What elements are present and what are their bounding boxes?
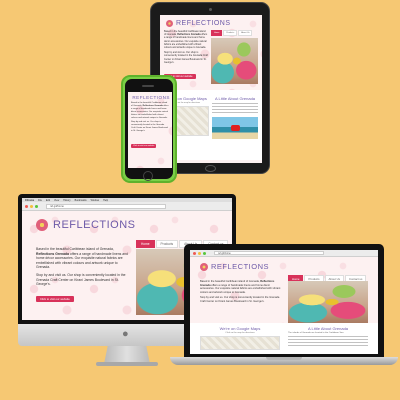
intro-text: Based in the beautiful Caribbean island …: [36, 247, 128, 270]
ipad-home-button: [205, 165, 216, 172]
logo-text: REFLECTIONS: [132, 95, 170, 100]
minimize-icon[interactable]: [30, 204, 33, 208]
nav-home[interactable]: Home: [211, 30, 223, 36]
iphone-site: REFLECTIONS Based in the beautiful Carib…: [128, 92, 172, 168]
iphone-logo[interactable]: REFLECTIONS: [128, 92, 172, 102]
macbook-page: REFLECTIONS Home Products About Us Conta…: [190, 257, 378, 323]
menu-view[interactable]: View: [54, 199, 59, 202]
visit-button[interactable]: Click to visit our website: [131, 144, 157, 149]
menu-edit[interactable]: Edit: [46, 199, 50, 202]
menu-history[interactable]: History: [63, 199, 70, 202]
intro-text-2: Stop by and visit us. Our shop is conven…: [36, 272, 126, 287]
logo-text: REFLECTIONS: [53, 219, 136, 231]
macbook-device: ref.gd/home REFLECTIONS Home Products Ab…: [170, 244, 398, 366]
iphone-device: REFLECTIONS Based in the beautiful Carib…: [121, 75, 177, 183]
flower-logo-icon: [166, 20, 173, 27]
intro-text-2: Stop by and visit us. Our shop is conven…: [131, 121, 168, 133]
play-icon[interactable]: [231, 125, 241, 131]
macbook-notch: [266, 357, 302, 360]
menu-file[interactable]: File: [38, 199, 42, 202]
iphone-home-button: [143, 171, 153, 181]
about-title: A Little About Grenada: [307, 326, 349, 331]
macbook-site: ref.gd/home REFLECTIONS Home Products Ab…: [190, 250, 378, 354]
browser-toolbar: ref.gd/home: [190, 250, 378, 257]
maximize-icon[interactable]: [203, 251, 206, 255]
grenada-video[interactable]: [212, 117, 258, 139]
hero-photo: [211, 38, 258, 84]
maximize-icon[interactable]: [35, 204, 38, 208]
logo-text: REFLECTIONS: [176, 20, 231, 27]
intro-text-2: Stop by and visit us. Our shop is conven…: [164, 51, 208, 64]
menu-window[interactable]: Window: [91, 199, 100, 202]
imac-foot: [96, 362, 158, 366]
visit-button[interactable]: Click to visit our website: [36, 295, 74, 302]
google-map[interactable]: [200, 336, 280, 350]
speaker-grill: [142, 85, 154, 87]
menu-bookmarks[interactable]: Bookmarks: [75, 199, 87, 202]
logo-text: REFLECTIONS: [211, 262, 270, 271]
maps-sub: Click on the map for directions: [225, 332, 255, 334]
about-text: The islands of Grenada are located in th…: [288, 332, 344, 334]
about-text-lines: [212, 103, 258, 115]
intro-text: Based in the beautiful Caribbean island …: [164, 30, 208, 50]
intro-text: Based in the beautiful Caribbean island …: [131, 102, 169, 119]
flower-logo-icon: [200, 262, 208, 271]
address-bar[interactable]: ref.gd/home: [214, 251, 324, 255]
macbook-logo[interactable]: REFLECTIONS: [200, 262, 269, 271]
about-title: A Little About Grenada: [214, 96, 256, 101]
intro-text: Based in the beautiful Caribbean island …: [200, 280, 281, 294]
flower-logo-icon: [36, 219, 48, 231]
hero-photo: [288, 281, 368, 323]
nav-home[interactable]: Home: [136, 240, 155, 248]
nav-about[interactable]: About Us: [238, 30, 253, 36]
camera-icon: [209, 8, 212, 11]
about-text-lines: [288, 336, 368, 346]
browser-toolbar: ref.gd/home: [22, 202, 232, 211]
close-icon[interactable]: [193, 251, 196, 255]
minimize-icon[interactable]: [198, 251, 201, 255]
menu-help[interactable]: Help: [103, 199, 108, 202]
nav-products[interactable]: Products: [223, 30, 238, 36]
apple-logo-icon: ●: [122, 328, 129, 340]
menu-chrome[interactable]: Chrome: [25, 199, 34, 202]
imac-logo[interactable]: REFLECTIONS: [36, 219, 136, 231]
address-bar[interactable]: ref.gd/home: [46, 203, 166, 209]
close-icon[interactable]: [25, 204, 28, 208]
ipad-nav: Home Products About Us: [211, 30, 258, 36]
maps-title: We're on Google Maps: [219, 326, 261, 331]
intro-text-2: Stop by and visit us. Our shop is conven…: [200, 296, 280, 303]
iphone-body: REFLECTIONS Based in the beautiful Carib…: [125, 79, 173, 181]
ipad-logo[interactable]: REFLECTIONS: [160, 15, 262, 30]
